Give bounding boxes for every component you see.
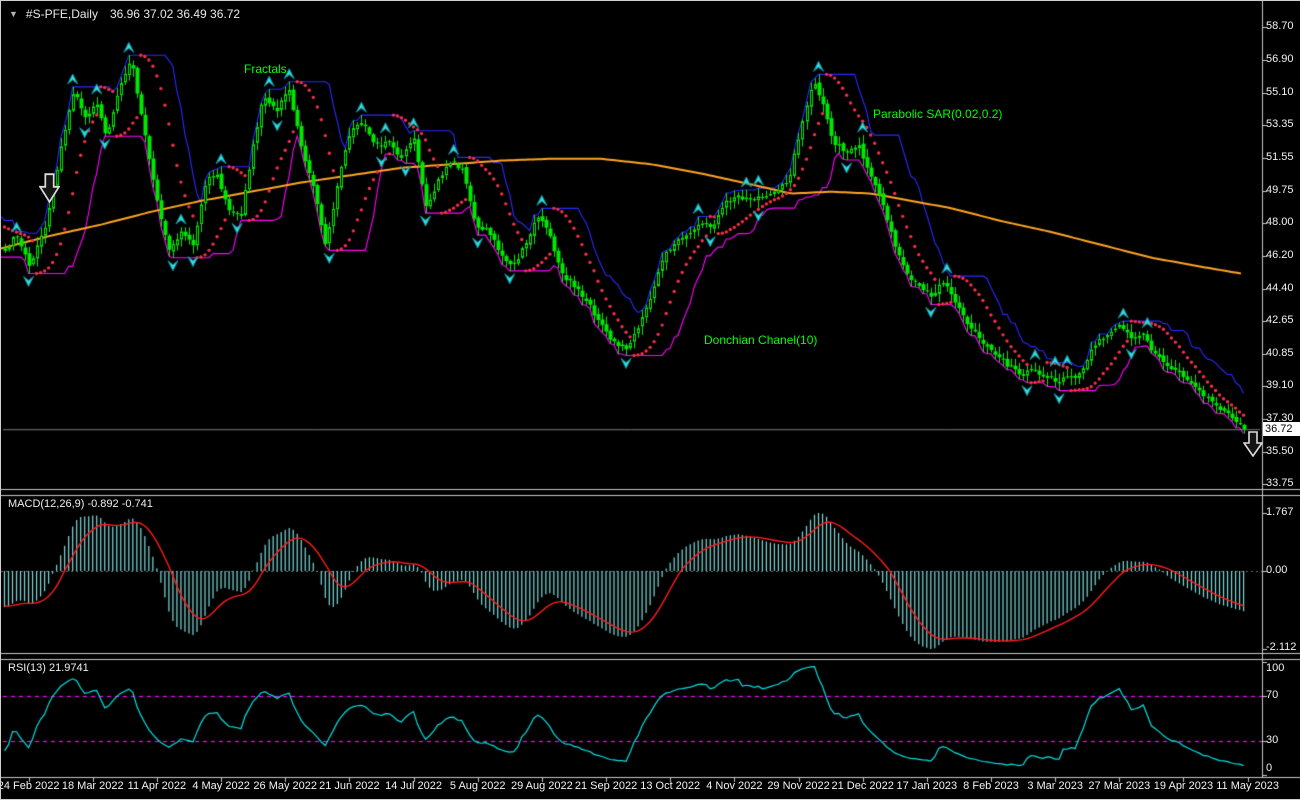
price-tick-label: 49.75 [1266, 184, 1294, 196]
price-tick-label: 40.85 [1266, 347, 1294, 359]
price-tick-label: 48.00 [1266, 216, 1294, 228]
macd-tick-label: 1.767 [1266, 506, 1294, 518]
symbol-title: ▼ #S-PFE,Daily 36.96 37.02 36.49 36.72 [9, 7, 240, 21]
price-tick-label: 46.20 [1266, 249, 1294, 261]
fractals-indicator-label: Fractals [244, 62, 287, 76]
price-tick-label: 56.90 [1266, 53, 1294, 65]
price-tick-label: 51.55 [1266, 151, 1294, 163]
macd-indicator-label: MACD(12,26,9) -0.892 -0.741 [8, 498, 153, 510]
price-tick-label: 35.50 [1266, 445, 1294, 457]
rsi-tick-label: 70 [1266, 689, 1278, 701]
rsi-indicator-label: RSI(13) 21.9741 [8, 662, 89, 674]
price-tick-label: 42.65 [1266, 314, 1294, 326]
symbol-name: #S-PFE,Daily [26, 7, 98, 21]
current-price-label: 36.72 [1263, 422, 1300, 436]
macd-tick-label: 0.00 [1266, 564, 1287, 576]
price-tick-label: 33.75 [1266, 477, 1294, 489]
parabolic-sar-indicator-label: Parabolic SAR(0.02,0.2) [873, 107, 1002, 121]
price-tick-label: 55.10 [1266, 86, 1294, 98]
macd-tick-label: -2.112 [1266, 641, 1296, 653]
chart-canvas[interactable] [1, 1, 1300, 799]
symbol-dropdown-icon[interactable]: ▼ [9, 9, 18, 19]
chart-window: ▼ #S-PFE,Daily 36.96 37.02 36.49 36.72 F… [0, 0, 1300, 800]
price-tick-label: 44.40 [1266, 282, 1294, 294]
down-arrow-object[interactable] [39, 173, 60, 203]
rsi-tick-label: 0 [1266, 762, 1272, 774]
price-tick-label: 39.10 [1266, 379, 1294, 391]
price-tick-label: 58.70 [1266, 20, 1294, 32]
price-tick-label: 53.35 [1266, 118, 1294, 130]
rsi-tick-label: 30 [1266, 734, 1278, 746]
price-axis[interactable]: 58.70 56.90 55.10 53.35 51.55 49.75 48.00 46.20… [1264, 1, 1300, 779]
down-arrow-object[interactable] [1243, 431, 1263, 457]
down-arrow-icon [1243, 431, 1263, 457]
date-tick-label: 11 May 2023 [1203, 780, 1293, 792]
donchian-indicator-label: Donchian Chanel(10) [704, 333, 817, 347]
rsi-tick-label: 100 [1266, 662, 1284, 674]
ohlc-quotes: 36.96 37.02 36.49 36.72 [110, 7, 240, 21]
down-arrow-icon [39, 173, 60, 203]
time-axis[interactable]: 24 Feb 202218 Mar 202211 Apr 20224 May 2… [1, 778, 1300, 799]
